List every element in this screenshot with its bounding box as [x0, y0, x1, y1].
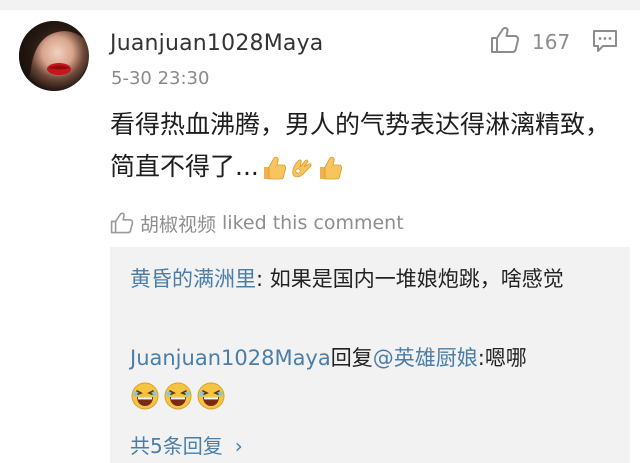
ok-hand-emoji: [292, 159, 312, 178]
like-count: 167: [532, 30, 571, 54]
reply-action: 回复: [330, 346, 373, 370]
comment-timestamp: 5-30 23:30: [111, 68, 210, 89]
comment-body: 看得热血沸腾，男人的气势表达得淋漓精致，简直不得了...: [110, 104, 615, 188]
reply-text: 嗯哪: [484, 346, 527, 370]
reply-mention[interactable]: @英雄厨娘: [373, 346, 478, 370]
more-replies-link[interactable]: 共5条回复 ›: [130, 430, 243, 459]
avatar[interactable]: [19, 21, 89, 91]
reply-author[interactable]: 黄昏的满洲里: [130, 267, 256, 291]
liked-by-text: liked this comment: [222, 212, 404, 234]
reply-item: Juanjuan1028Maya回复@英雄厨娘:嗯哪: [130, 343, 527, 373]
top-divider-strip: [0, 0, 640, 10]
replies-panel: 黄昏的满洲里: 如果是国内一堆娘炮跳，啥感觉 Juanjuan1028Maya回…: [110, 247, 630, 463]
content-emoji-group: [261, 155, 343, 181]
reply-separator: :: [477, 346, 485, 370]
reply-emoji-group: [130, 381, 226, 411]
reply-button[interactable]: [592, 28, 618, 54]
thumbs-up-emoji: [319, 156, 342, 180]
chevron-right-icon: ›: [234, 434, 243, 458]
comment-username[interactable]: Juanjuan1028Maya: [110, 31, 324, 56]
reply-text: 如果是国内一堆娘炮跳，啥感觉: [269, 267, 564, 291]
thumbs-up-outline-icon: [110, 212, 134, 234]
comment-text: 看得热血沸腾，男人的气势表达得淋漓精致，简直不得了...: [110, 110, 611, 181]
laughing-face-emoji: [197, 382, 225, 410]
liked-by-row: 胡椒视频 liked this comment: [110, 210, 404, 236]
laughing-face-emoji: [131, 382, 159, 410]
more-replies-label: 共5条回复: [130, 434, 223, 458]
like-button[interactable]: [490, 26, 520, 54]
liked-by-name[interactable]: 胡椒视频: [140, 210, 216, 237]
reply-author[interactable]: Juanjuan1028Maya: [130, 346, 331, 370]
reply-item: 黄昏的满洲里: 如果是国内一堆娘炮跳，啥感觉: [130, 262, 600, 296]
reply-separator: :: [256, 267, 270, 291]
thumbs-up-outline-icon: [491, 26, 520, 53]
comment-bubble-icon: [593, 30, 617, 52]
thumbs-up-emoji: [263, 156, 286, 180]
laughing-face-emoji: [164, 382, 192, 410]
